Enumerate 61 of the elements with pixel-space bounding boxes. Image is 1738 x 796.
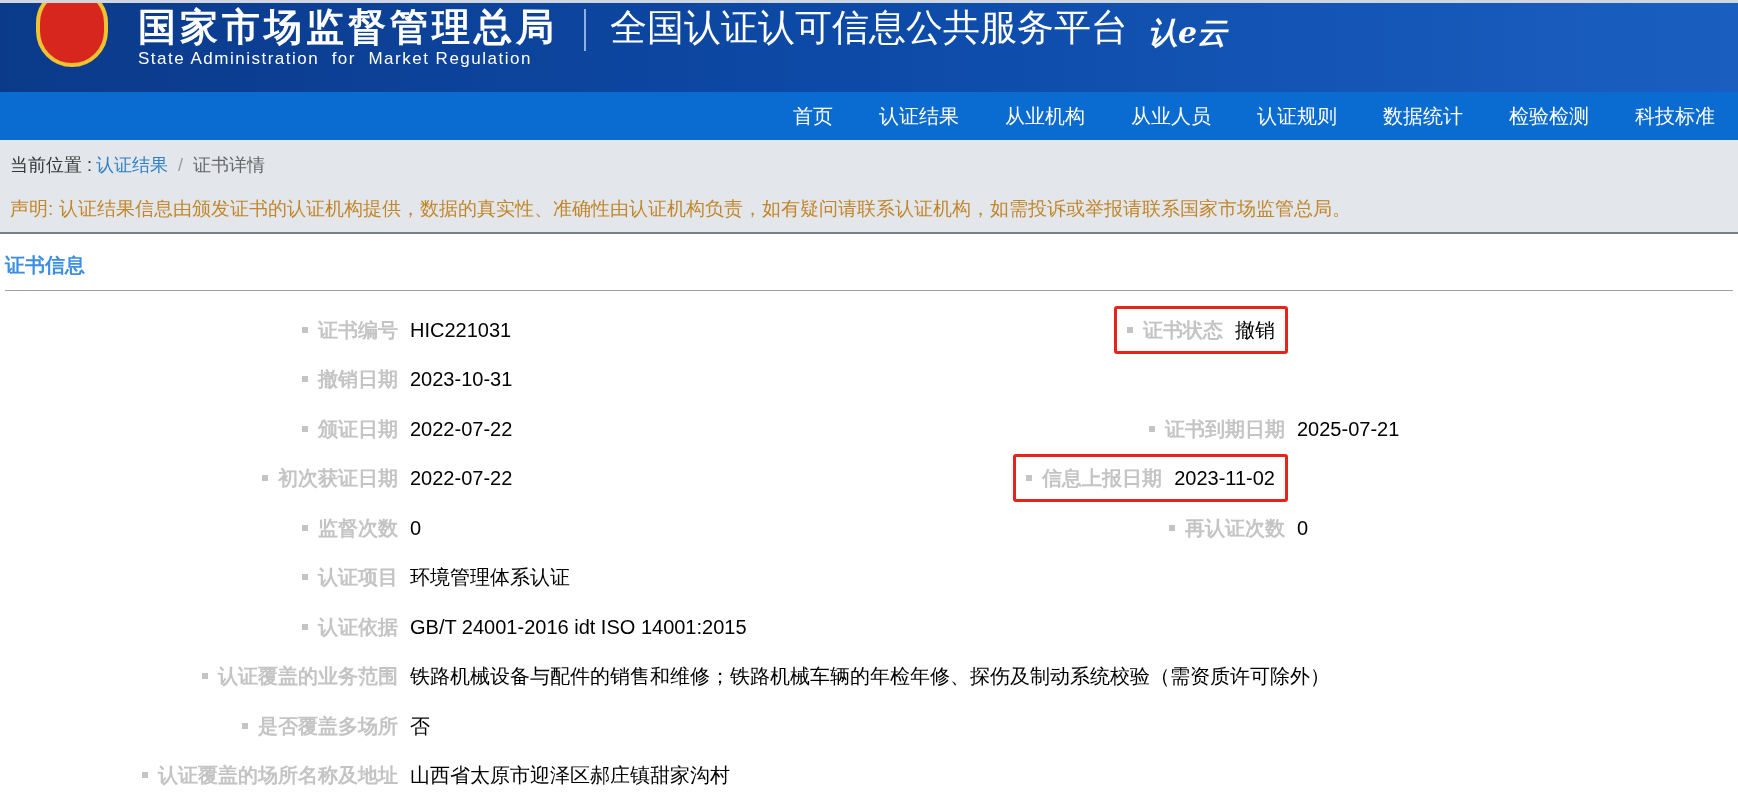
field-label: 认证覆盖的场所名称及地址: [158, 763, 398, 789]
nav-link[interactable]: 从业人员: [1108, 92, 1234, 140]
field-label: 初次获证日期: [278, 466, 398, 492]
bullet-icon: [302, 623, 308, 630]
bullet-icon: [302, 574, 308, 581]
field-label: 是否覆盖多场所: [258, 713, 398, 739]
field-value: GB/T 24001-2016 idt ISO 14001:2015: [410, 614, 747, 640]
field-value: 环境管理体系认证: [410, 565, 570, 591]
nav-link[interactable]: 检验检测: [1486, 92, 1612, 140]
field-value: 铁路机械设备与配件的销售和维修；铁路机械车辆的年检年修、探伤及制动系统校验（需资质许可除外）: [410, 664, 1330, 690]
bullet-icon: [1149, 425, 1155, 432]
bullet-icon: [302, 376, 308, 383]
nav-link[interactable]: 首页: [770, 92, 856, 140]
field-value: HIC221031: [410, 317, 512, 343]
field-label: 颁证日期: [318, 416, 398, 442]
agency-name: 国家市场监督管理总局: [138, 5, 558, 49]
agency-english-name: State Administration for Market Regulation: [138, 49, 533, 69]
section-title: 证书信息: [5, 254, 85, 276]
nav-link[interactable]: 从业机构: [982, 92, 1108, 140]
field-value: 0: [410, 515, 422, 541]
field-value: 0: [1297, 515, 1309, 541]
field-label: 认证依据: [318, 614, 398, 640]
field-value: 2025-07-21: [1297, 416, 1400, 442]
field-value: 撤销: [1235, 317, 1275, 343]
disclaimer-text: 声明: 认证结果信息由颁发证书的认证机构提供，数据的真实性、准确性由认证机构负责，如有疑问请联系认证机构，如需投诉或举报请联系国家市场监管总局。: [10, 197, 1352, 221]
nav-link[interactable]: 数据统计: [1360, 92, 1486, 140]
field-value: 2023-10-31: [410, 367, 513, 393]
field-label: 监督次数: [318, 515, 398, 541]
field-label: 再认证次数: [1185, 515, 1285, 541]
field-label: 认证项目: [318, 565, 398, 591]
breadcrumb-link[interactable]: 认证结果: [96, 152, 168, 178]
field-label: 认证覆盖的业务范围: [218, 664, 398, 690]
field-label: 证书到期日期: [1165, 416, 1285, 442]
nav-link[interactable]: 认证结果: [856, 92, 982, 140]
bullet-icon: [302, 524, 308, 531]
field-value: 否: [410, 713, 430, 739]
field-value: 2022-07-22: [410, 466, 513, 492]
breadcrumb-current: 证书详情: [193, 154, 266, 177]
bullet-icon: [202, 673, 208, 680]
field-value: 2022-07-22: [410, 416, 513, 442]
bullet-icon: [302, 326, 308, 333]
bullet-icon: [142, 772, 148, 779]
bullet-icon: [1127, 326, 1133, 333]
breadcrumb-prefix: 当前位置 :: [10, 154, 92, 177]
bullet-icon: [262, 475, 268, 482]
logo: 认e云: [1148, 14, 1228, 52]
field-label: 证书状态: [1143, 317, 1223, 343]
nav-link[interactable]: 科技标准: [1612, 92, 1738, 140]
field-label: 撤销日期: [318, 367, 398, 393]
field-label: 信息上报日期: [1042, 466, 1163, 492]
bullet-icon: [242, 722, 248, 729]
bullet-icon: [1169, 524, 1175, 531]
field-value: 2023-11-02: [1174, 466, 1275, 492]
emblem-icon: [36, 3, 108, 67]
platform-title: 全国认证认可信息公共服务平台: [610, 6, 1128, 50]
bullet-icon: [302, 425, 308, 432]
field-label: 证书编号: [318, 317, 398, 343]
bullet-icon: [1026, 475, 1033, 482]
breadcrumb-separator: /: [178, 154, 184, 177]
nav-link[interactable]: 认证规则: [1234, 92, 1360, 140]
field-value: 山西省太原市迎泽区郝庄镇甜家沟村: [410, 763, 730, 789]
